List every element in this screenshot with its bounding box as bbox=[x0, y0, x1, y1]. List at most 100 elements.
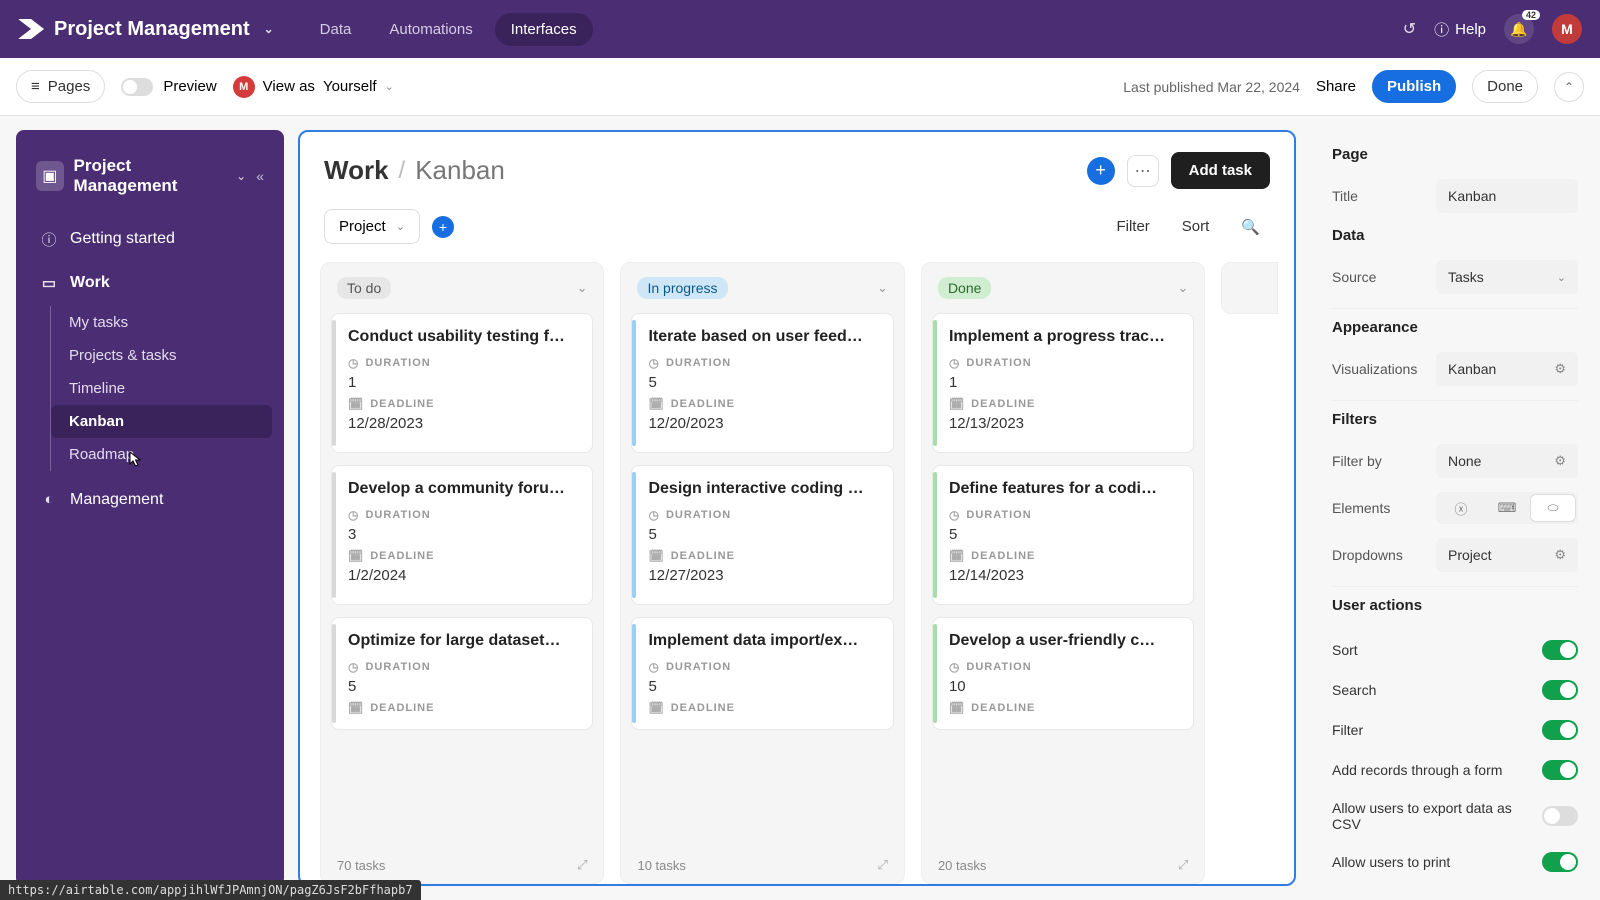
sidebar-item-management[interactable]: ◐ Management bbox=[28, 481, 272, 519]
done-button[interactable]: Done bbox=[1472, 70, 1538, 103]
tab-interfaces[interactable]: Interfaces bbox=[495, 13, 593, 46]
column-body[interactable]: Implement a progress trac…◷DURATION1🗓DEA… bbox=[922, 313, 1204, 847]
card-stripe bbox=[933, 320, 937, 446]
filterby-select[interactable]: None ⚙ bbox=[1436, 444, 1578, 478]
project-dropdown[interactable]: Project ⌄ bbox=[324, 209, 420, 244]
notifications-button[interactable]: 🔔 42 bbox=[1504, 14, 1534, 44]
user-avatar[interactable]: M bbox=[1552, 14, 1582, 44]
action-toggle[interactable] bbox=[1542, 680, 1578, 700]
sidebar-sub-kanban[interactable]: Kanban bbox=[51, 405, 272, 438]
publish-button[interactable]: Publish bbox=[1372, 70, 1456, 103]
card-title: Conduct usability testing f… bbox=[348, 328, 578, 346]
kanban-card[interactable]: Implement a progress trac…◷DURATION1🗓DEA… bbox=[932, 313, 1194, 453]
filter-button[interactable]: Filter bbox=[1106, 212, 1159, 241]
user-action-row: Allow users to export data as CSV bbox=[1332, 790, 1578, 842]
kanban-card[interactable]: Iterate based on user feed…◷DURATION5🗓DE… bbox=[631, 313, 893, 453]
tab-data[interactable]: Data bbox=[304, 13, 368, 46]
expand-button[interactable]: ⌃ bbox=[1554, 72, 1584, 102]
kanban-card[interactable]: Conduct usability testing f…◷DURATION1🗓D… bbox=[331, 313, 593, 453]
kanban-card[interactable]: Design interactive coding …◷DURATION5🗓DE… bbox=[631, 465, 893, 605]
clock-icon: ◷ bbox=[348, 660, 359, 674]
app-logo[interactable]: Project Management ⌄ bbox=[18, 18, 274, 41]
chevron-down-icon[interactable]: ⌄ bbox=[577, 280, 588, 296]
card-stripe bbox=[332, 472, 336, 598]
view-as-dropdown[interactable]: M View as Yourself ⌄ bbox=[233, 76, 394, 98]
card-stripe bbox=[332, 320, 336, 446]
kanban-card[interactable]: Define features for a codi…◷DURATION5🗓DE… bbox=[932, 465, 1194, 605]
title-input[interactable]: Kanban bbox=[1436, 179, 1578, 213]
seg-pill[interactable]: ⬭ bbox=[1531, 495, 1575, 521]
card-title: Design interactive coding … bbox=[648, 480, 878, 498]
source-select[interactable]: Tasks ⌄ bbox=[1436, 260, 1578, 294]
column-status-chip: To do bbox=[337, 277, 391, 299]
gear-icon[interactable]: ⚙ bbox=[1554, 453, 1566, 469]
share-button[interactable]: Share bbox=[1316, 78, 1356, 95]
pages-button[interactable]: ≡ Pages bbox=[16, 70, 105, 103]
action-toggle[interactable] bbox=[1542, 852, 1578, 872]
kanban-card[interactable]: Develop a user-friendly c…◷DURATION10🗓DE… bbox=[932, 617, 1194, 730]
column-header[interactable]: To do ⌄ bbox=[321, 263, 603, 313]
breadcrumb-root[interactable]: Work bbox=[324, 155, 389, 186]
user-action-row: Sort bbox=[1332, 630, 1578, 670]
sidebar-item-getting-started[interactable]: ⓘ Getting started bbox=[28, 219, 272, 260]
kanban-column-peek[interactable] bbox=[1221, 262, 1278, 314]
kanban-card[interactable]: Implement data import/ex…◷DURATION5🗓DEAD… bbox=[631, 617, 893, 730]
sort-button[interactable]: Sort bbox=[1172, 212, 1220, 241]
seg-input[interactable]: ⌨ bbox=[1485, 495, 1529, 521]
action-toggle[interactable] bbox=[1542, 720, 1578, 740]
duration-label: ◷DURATION bbox=[348, 660, 578, 674]
title-value: Kanban bbox=[1448, 188, 1496, 204]
sidebar-sub-projects-tasks[interactable]: Projects & tasks bbox=[51, 339, 272, 372]
add-filter-button[interactable]: + bbox=[432, 216, 454, 238]
expand-icon[interactable]: ⤢ bbox=[577, 857, 587, 873]
more-options-button[interactable]: ⋯ bbox=[1127, 155, 1159, 187]
column-header[interactable]: Done⌄ bbox=[922, 263, 1204, 313]
calendar-icon: 🗓 bbox=[348, 397, 364, 411]
viz-select[interactable]: Kanban ⚙ bbox=[1436, 352, 1578, 386]
column-body[interactable]: Iterate based on user feed…◷DURATION5🗓DE… bbox=[621, 313, 903, 847]
column-body[interactable]: Conduct usability testing f…◷DURATION1🗓D… bbox=[321, 313, 603, 847]
dropdowns-select[interactable]: Project ⚙ bbox=[1436, 538, 1578, 572]
action-toggle[interactable] bbox=[1542, 760, 1578, 780]
user-action-row: Add records through a form bbox=[1332, 750, 1578, 790]
elements-segment[interactable]: ⓧ ⌨ ⬭ bbox=[1436, 492, 1578, 524]
card-title: Implement a progress trac… bbox=[949, 328, 1179, 346]
dropdowns-label: Dropdowns bbox=[1332, 547, 1424, 563]
gear-icon[interactable]: ⚙ bbox=[1554, 547, 1566, 563]
workspace-title[interactable]: ▣ Project Management ⌄ « bbox=[28, 150, 272, 215]
kanban-card[interactable]: Optimize for large dataset…◷DURATION5🗓DE… bbox=[331, 617, 593, 730]
last-published: Last published Mar 22, 2024 bbox=[1123, 79, 1300, 95]
clock-icon: ◷ bbox=[949, 356, 960, 370]
preview-toggle[interactable] bbox=[121, 78, 153, 96]
collapse-sidebar-icon[interactable]: « bbox=[256, 168, 264, 184]
viewas-prefix: View as bbox=[263, 78, 315, 95]
search-button[interactable]: 🔍 bbox=[1231, 212, 1270, 242]
duration-label: ◷DURATION bbox=[648, 660, 878, 674]
sidebar-sub-timeline[interactable]: Timeline bbox=[51, 372, 272, 405]
history-icon[interactable]: ↺ bbox=[1403, 19, 1416, 39]
kanban-card[interactable]: Develop a community foru…◷DURATION3🗓DEAD… bbox=[331, 465, 593, 605]
add-task-button[interactable]: Add task bbox=[1171, 152, 1270, 189]
column-header[interactable]: In progress⌄ bbox=[621, 263, 903, 313]
sidebar-sub-roadmap[interactable]: Roadmap bbox=[51, 438, 272, 471]
help-button[interactable]: ⓘ Help bbox=[1434, 19, 1486, 40]
duration-label: ◷DURATION bbox=[348, 508, 578, 522]
calendar-icon: 🗓 bbox=[648, 549, 664, 563]
expand-icon[interactable]: ⤢ bbox=[1178, 857, 1188, 873]
action-toggle[interactable] bbox=[1542, 806, 1578, 826]
tab-automations[interactable]: Automations bbox=[373, 13, 488, 46]
seg-none[interactable]: ⓧ bbox=[1439, 495, 1483, 521]
deadline-value: 1/2/2024 bbox=[348, 567, 578, 584]
gear-icon[interactable]: ⚙ bbox=[1554, 361, 1566, 377]
action-toggle[interactable] bbox=[1542, 640, 1578, 660]
user-action-row: Filter bbox=[1332, 710, 1578, 750]
deadline-value: 12/14/2023 bbox=[949, 567, 1179, 584]
deadline-label: 🗓DEADLINE bbox=[648, 397, 878, 411]
duration-label: ◷DURATION bbox=[648, 356, 878, 370]
chevron-down-icon[interactable]: ⌄ bbox=[1178, 280, 1189, 296]
sidebar-item-work[interactable]: ▭ Work bbox=[28, 264, 272, 302]
chevron-down-icon[interactable]: ⌄ bbox=[877, 280, 888, 296]
expand-icon[interactable]: ⤢ bbox=[878, 857, 888, 873]
sidebar-sub-my-tasks[interactable]: My tasks bbox=[51, 306, 272, 339]
add-element-button[interactable]: + bbox=[1087, 157, 1115, 185]
